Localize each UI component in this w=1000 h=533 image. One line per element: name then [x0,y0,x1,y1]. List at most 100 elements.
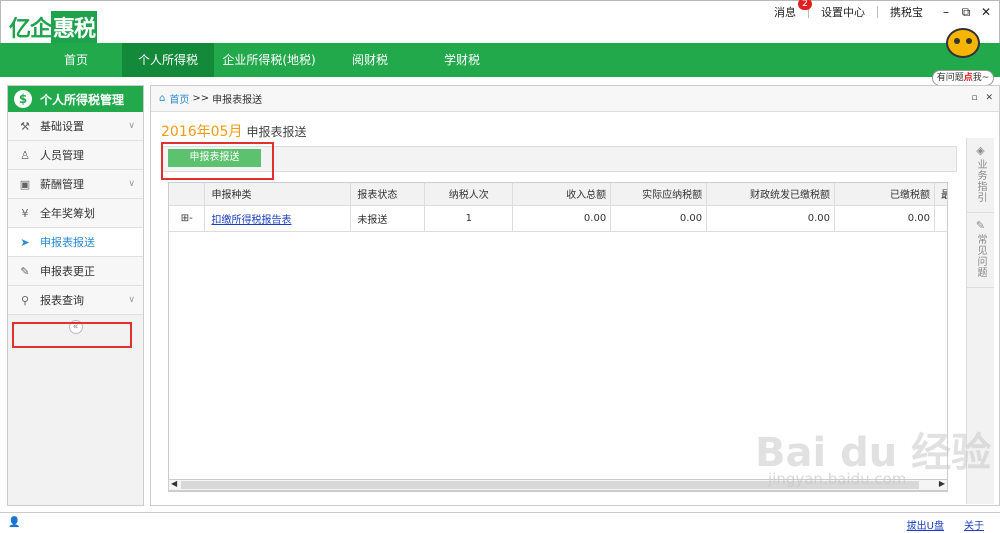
sidebar-item-report-query[interactable]: ⚲ 报表查询 ∨ [8,286,143,315]
messages-link[interactable]: 消息 2 [762,0,812,20]
sidebar: $ 个人所得税管理 ⚒ 基础设置 ∨ ♙ 人员管理 ▣ 薪酬管理 ∨ ¥ 全年奖… [7,85,144,506]
business-guide-button[interactable]: ◈ 业务指引 [967,138,994,213]
watermark-url: jingyan.baidu.com [768,470,907,488]
toolbar [161,146,957,172]
send-icon: ➤ [20,235,30,249]
user-icon: 👤 [8,517,21,528]
mascot-eye [966,38,972,44]
restore-icon[interactable]: ⧉ [959,5,973,20]
chevron-down-icon: ∨ [128,121,135,131]
person-icon: ♙ [20,148,30,162]
business-guide-label: 业务指引 [975,159,986,203]
dollar-icon: $ [14,90,32,108]
logo-text: 亿企 [9,17,52,42]
scroll-right-icon[interactable]: ▶ [939,479,945,488]
report-type-link[interactable]: 扣缴所得税报告表 [211,215,291,226]
layers-icon: ◈ [976,144,985,157]
chevron-down-icon: ∨ [128,179,135,189]
panel-controls: ▫ ✕ [971,93,993,103]
table-header: 财政统发已缴税额 [706,183,836,206]
sidebar-item-personnel[interactable]: ♙ 人员管理 [8,141,143,170]
help-bubble-text: 有问题 [936,73,964,83]
fiscal-paid-cell: 0.00 [706,205,836,232]
breadcrumb-home[interactable]: 首页 [169,91,189,106]
bonus-icon: ¥ [21,206,29,220]
table-header: 申报种类 [204,183,352,206]
status-cell: 未报送 [350,205,426,232]
sidebar-item-report-submit[interactable]: ➤ 申报表报送 [8,228,143,257]
sidebar-item-label: 薪酬管理 [40,178,84,191]
scroll-left-icon[interactable]: ◀ [171,479,177,488]
mascot-head [946,28,980,58]
period-label: 2016年05月 [161,124,243,140]
breadcrumb-current: 申报表报送 [212,95,263,106]
chevron-down-icon: ∨ [128,295,135,305]
about-link[interactable]: 关于 [964,517,984,532]
tab-personal-income-tax[interactable]: 个人所得税 [122,43,214,77]
faq-label: 常见问题 [975,234,986,278]
extra-cell [934,205,947,232]
faq-button[interactable]: ✎ 常见问题 [967,213,994,288]
table-header: 已缴税额 [834,183,935,206]
main-nav: 首页 个人所得税 企业所得税(地税) 阅财税 学财税 [0,43,1000,77]
mascot-eye [954,38,960,44]
table-header: 最 [934,183,947,206]
minimize-icon[interactable]: – [939,5,953,20]
window-controls: – ⧉ ✕ [939,5,993,20]
sidebar-header: $ 个人所得税管理 [8,86,143,112]
page-title-label: 申报表报送 [246,125,307,139]
count-cell: 1 [424,205,514,232]
sidebar-item-label: 报表查询 [40,294,84,307]
help-bubble[interactable]: 有问题点我~ [932,70,994,86]
highlight-box [161,142,274,180]
app-logo: 亿企惠税 [9,11,98,43]
page-title: 2016年05月 申报表报送 [161,121,306,141]
breadcrumb: ⌂ 首页 >> 申报表报送 ▫ ✕ [151,86,999,112]
sidebar-item-label: 基础设置 [40,120,84,133]
table-header: 收入总额 [512,183,612,206]
status-links: 拔出U盘 关于 [907,517,984,532]
table-header [169,183,206,206]
settings-center-link[interactable]: 设置中心 [809,4,877,20]
sidebar-item-label: 人员管理 [40,149,84,162]
edit-icon: ✎ [975,219,986,232]
status-bar: 👤 拔出U盘 关于 [0,512,1000,533]
close-icon[interactable]: ✕ [985,93,993,103]
income-cell: 0.00 [512,205,612,232]
expand-toggle[interactable]: ⊞- [169,205,206,232]
table-row[interactable]: ⊞- 扣缴所得税报告表 未报送 1 0.00 0.00 0.00 0.00 [169,205,947,232]
sidebar-item-label: 申报表更正 [40,265,95,278]
salary-icon: ▣ [19,177,31,191]
title-bar: 亿企惠税 消息 2 设置中心 携税宝 – ⧉ ✕ [0,0,1000,43]
highlight-box [12,322,132,348]
edit-icon: ✎ [20,264,30,278]
tab-read-finance[interactable]: 阅财税 [324,43,416,77]
table-header: 纳税人次 [424,183,514,206]
tab-learn-finance[interactable]: 学财税 [416,43,508,77]
top-nav: 消息 2 设置中心 携税宝 – ⧉ ✕ [762,0,999,23]
sidebar-item-bonus-plan[interactable]: ¥ 全年奖筹划 [8,199,143,228]
table-header: 实际应纳税额 [610,183,708,206]
taxbao-link[interactable]: 携税宝 [878,4,935,20]
tab-home[interactable]: 首页 [30,43,122,77]
report-type-cell: 扣缴所得税报告表 [204,205,352,232]
breadcrumb-separator: >> [192,93,210,104]
sidebar-title: 个人所得税管理 [40,92,125,107]
home-icon[interactable]: ⌂ [159,93,165,104]
sidebar-item-report-correct[interactable]: ✎ 申报表更正 [8,257,143,286]
sidebar-item-basic-settings[interactable]: ⚒ 基础设置 ∨ [8,112,143,141]
sidebar-item-salary[interactable]: ▣ 薪酬管理 ∨ [8,170,143,199]
sidebar-item-label: 全年奖筹划 [40,207,95,220]
restore-icon[interactable]: ▫ [971,93,977,103]
tab-corporate-income-tax[interactable]: 企业所得税(地税) [214,43,324,77]
paid-cell: 0.00 [834,205,935,232]
wrench-icon: ⚒ [20,119,30,133]
tax-due-cell: 0.00 [610,205,708,232]
help-bubble-suffix: 我~ [972,73,990,83]
eject-udisk-link[interactable]: 拔出U盘 [907,517,944,532]
search-icon: ⚲ [20,293,30,307]
messages-label: 消息 [774,6,796,19]
logo-box-text: 惠税 [51,11,98,43]
close-icon[interactable]: ✕ [979,5,993,20]
table-header-row: 申报种类 报表状态 纳税人次 收入总额 实际应纳税额 财政统发已缴税额 已缴税额… [169,183,947,206]
